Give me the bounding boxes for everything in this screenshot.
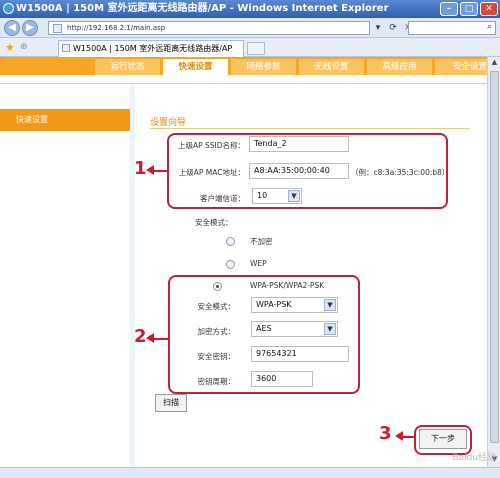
next-button[interactable]: 下一步 (419, 429, 467, 449)
nav-tab-status[interactable]: 运行状态 (95, 59, 160, 75)
wpa-mode-select[interactable]: WPA-PSK ▼ (251, 297, 338, 313)
cipher-value: AES (256, 324, 272, 333)
annotation-arrow-1 (153, 170, 167, 172)
sidebar: 快速设置 (0, 84, 130, 467)
address-bar: ◀ ▶ http://192.168.2.1/main.asp ▾ ⟳ ✕ ⌕ (0, 18, 500, 38)
browser-tab[interactable]: W1500A | 150M 室外远距离无线路由器/AP (58, 40, 244, 57)
search-icon[interactable]: ⌕ (487, 22, 492, 32)
refresh-icon[interactable]: ⟳ (387, 21, 399, 35)
scroll-thumb[interactable] (490, 71, 499, 443)
new-tab-button[interactable] (247, 42, 265, 55)
status-bar (0, 467, 500, 478)
maximize-button[interactable]: □ (460, 2, 478, 16)
back-button[interactable]: ◀ (4, 20, 20, 36)
window-title-bar: W1500A | 150M 室外远距离无线路由器/AP - Windows In… (0, 0, 500, 18)
section-divider (150, 128, 470, 129)
sub-nav-band (0, 75, 500, 84)
security-key-input[interactable]: 97654321 (251, 346, 349, 362)
security-key-label: 安全密钥： (197, 352, 236, 361)
nav-tab-advanced[interactable]: 高级应用 (367, 59, 432, 75)
key-period-input[interactable]: 3600 (251, 371, 313, 387)
nav-tab-wireless[interactable]: 无线设置 (299, 59, 364, 75)
client-channel-select[interactable]: 10 ▼ (252, 188, 302, 204)
tab-title: W1500A | 150M 室外远距离无线路由器/AP (73, 44, 233, 53)
chevron-down-icon: ▼ (324, 323, 336, 335)
radio-wep-label: WEP (250, 259, 267, 268)
security-mode-label: 安全模式： (195, 218, 233, 227)
scan-button[interactable]: 扫描 (155, 394, 187, 412)
client-channel-value: 10 (257, 191, 268, 200)
favorites-star-icon[interactable]: ★ (5, 41, 15, 54)
ap-mac-label: 上级AP MAC地址： (178, 168, 245, 177)
annotation-number-1: 1 (134, 158, 147, 179)
search-input[interactable]: ⌕ (408, 21, 496, 35)
chevron-down-icon: ▼ (288, 190, 300, 202)
minimize-button[interactable]: – (440, 2, 458, 16)
radio-no-encryption-label: 不加密 (250, 237, 273, 246)
radio-no-encryption[interactable] (226, 237, 235, 246)
wpa-mode-value: WPA-PSK (256, 300, 292, 309)
url-field[interactable]: http://192.168.2.1/main.asp (48, 21, 370, 35)
ap-mac-input[interactable]: A8:AA:35:00:00:40 (249, 163, 349, 179)
dropdown-icon[interactable]: ▾ (372, 21, 384, 35)
nav-tab-network[interactable]: 网络参数 (231, 59, 296, 75)
cipher-label: 加密方式： (197, 327, 236, 336)
ap-ssid-input[interactable]: Tenda_2 (249, 136, 349, 152)
ie-icon (3, 3, 14, 14)
nav-tab-quick-setup[interactable]: 快速设置 (163, 59, 228, 75)
wpa-mode-label: 安全模式： (197, 302, 236, 311)
page-scrollbar[interactable]: ▲ ▼ (487, 57, 500, 467)
main-content: 设置向导 上级AP SSID名称： Tenda_2 上级AP MAC地址： A8… (135, 84, 487, 467)
page-icon (53, 24, 62, 33)
radio-wep[interactable] (226, 260, 235, 269)
ap-mac-hint: （例：c8:3a:35:3c:00:b8） (351, 168, 450, 177)
client-channel-label: 客户端信道： (200, 194, 245, 203)
sidebar-item-quick-setup[interactable]: 快速设置 (0, 109, 130, 131)
forward-button[interactable]: ▶ (22, 20, 38, 36)
router-page: 运行状态 快速设置 网络参数 无线设置 高级应用 安全设置 快速设置 设置向导 … (0, 57, 500, 467)
watermark: Baidu经验 (452, 453, 496, 463)
top-nav: 运行状态 快速设置 网络参数 无线设置 高级应用 安全设置 (0, 57, 500, 75)
annotation-arrow-3 (402, 436, 414, 438)
annotation-number-2: 2 (134, 326, 147, 347)
annotation-arrow-2 (153, 338, 169, 340)
cipher-select[interactable]: AES ▼ (251, 321, 338, 337)
window-controls: – □ ✕ (440, 2, 498, 16)
annotation-arrow-3-head (395, 431, 403, 441)
tab-bar: ★ ⊕ W1500A | 150M 室外远距离无线路由器/AP (0, 38, 500, 57)
scroll-up-icon[interactable]: ▲ (489, 58, 500, 69)
radio-wpa-psk[interactable] (213, 282, 222, 291)
close-button[interactable]: ✕ (480, 2, 498, 16)
window-title: W1500A | 150M 室外远距离无线路由器/AP - Windows In… (16, 3, 389, 14)
key-period-label: 密钥周期： (197, 377, 236, 386)
ap-ssid-label: 上级AP SSID名称： (177, 141, 245, 150)
annotation-arrow-2-head (146, 333, 154, 343)
annotation-arrow-1-head (146, 165, 154, 175)
chevron-down-icon: ▼ (324, 299, 336, 311)
add-favorite-icon[interactable]: ⊕ (20, 42, 28, 52)
annotation-number-3: 3 (379, 423, 392, 444)
section-title: 设置向导 (150, 118, 187, 128)
radio-wpa-psk-label: WPA-PSK/WPA2-PSK (250, 281, 325, 290)
url-text: http://192.168.2.1/main.asp (67, 24, 166, 32)
tab-page-icon (62, 44, 70, 52)
